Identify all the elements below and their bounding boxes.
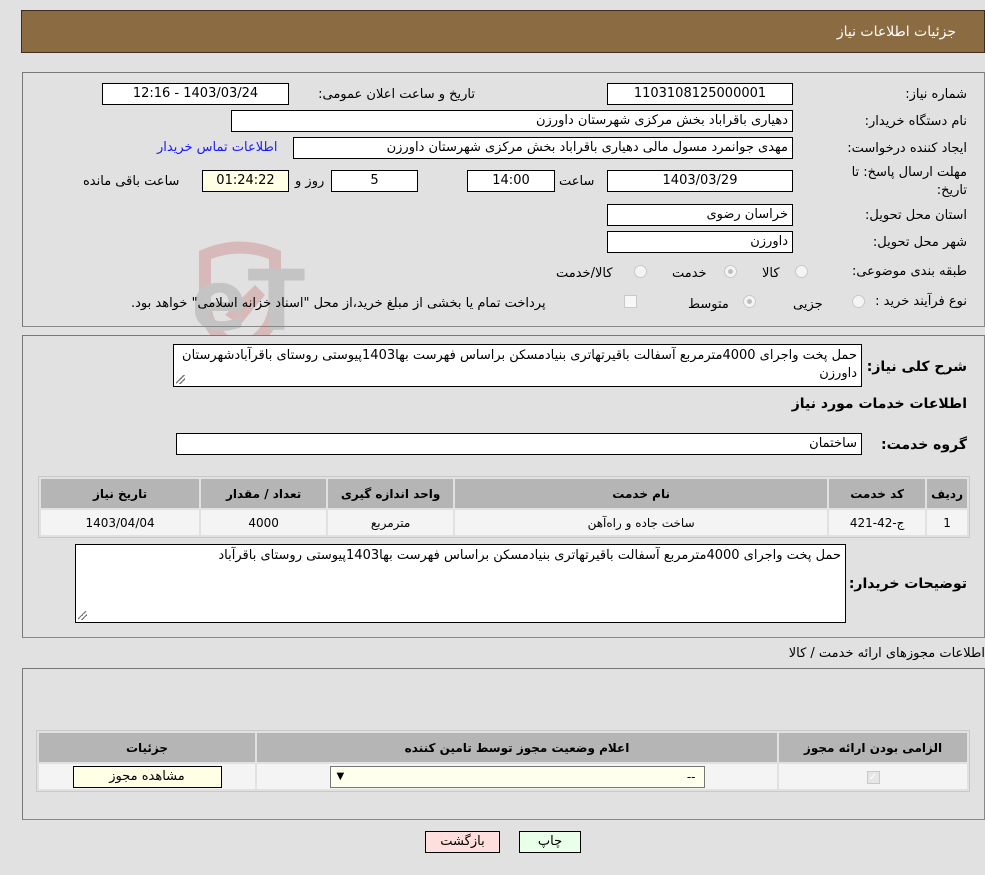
summary-textarea[interactable]: حمل پخت واجرای 4000مترمربع آسفالت باقیرت…	[173, 344, 862, 387]
cell-permit-status: -- ▼	[257, 764, 777, 789]
category-radio-goods[interactable]	[795, 265, 808, 278]
cell-need-date: 1403/04/04	[41, 510, 200, 535]
deadline-date-field[interactable]: 1403/03/29	[607, 170, 793, 192]
view-permit-button[interactable]: مشاهده مجوز	[72, 765, 222, 788]
cell-permit-details: مشاهده مجوز	[39, 764, 255, 789]
col-need-date: تاریخ نیاز	[41, 479, 200, 508]
delivery-city-label: شهر محل تحویل:	[872, 235, 967, 250]
services-table-wrapper: ردیف کد خدمت نام خدمت واحد اندازه گیری ت…	[38, 476, 970, 538]
delivery-province-field[interactable]: خراسان رضوی	[607, 204, 793, 226]
treasury-checkbox[interactable]	[624, 295, 637, 308]
service-group-field[interactable]: ساختمان	[176, 433, 862, 455]
process-radio-minor[interactable]	[852, 295, 865, 308]
cell-service-name: ساخت جاده و راه‌آهن	[455, 510, 828, 535]
delivery-province-label: استان محل تحویل:	[865, 208, 967, 223]
requester-label: ایجاد کننده درخواست:	[847, 141, 967, 156]
category-radio-goods-service[interactable]	[634, 265, 647, 278]
delivery-city-field[interactable]: داورزن	[607, 231, 793, 253]
permit-row: ✓ -- ▼ مشاهده مجوز	[39, 764, 967, 789]
category-label: طبقه بندی موضوعی:	[851, 264, 967, 279]
treasury-note: پرداخت تمام یا بخشی از مبلغ خرید،از محل …	[131, 296, 546, 311]
page-header: جزئیات اطلاعات نیاز	[21, 10, 985, 53]
permits-table-header: الزامی بودن ارائه مجوز اعلام وضعیت مجوز …	[39, 733, 967, 762]
need-number-label: شماره نیاز:	[905, 87, 967, 102]
deadline-time-label: ساعت	[559, 174, 595, 189]
buyer-notes-label: توضیحات خریدار:	[848, 576, 967, 592]
process-radio-medium[interactable]	[743, 295, 756, 308]
permit-required-checkbox[interactable]: ✓	[866, 770, 880, 784]
table-row: 1 ج-42-421 ساخت جاده و راه‌آهن مترمربع 4…	[41, 510, 967, 535]
summary-label: شرح کلی نیاز:	[866, 359, 967, 375]
col-permit-required: الزامی بودن ارائه مجوز	[779, 733, 967, 762]
col-unit: واحد اندازه گیری	[328, 479, 454, 508]
process-option-minor: جزیی	[793, 297, 823, 312]
col-permit-status: اعلام وضعیت مجوز توسط تامین کننده	[257, 733, 777, 762]
need-number-field[interactable]: 1103108125000001	[607, 83, 793, 105]
service-group-label: گروه خدمت:	[881, 437, 967, 453]
deadline-time-field[interactable]: 14:00	[467, 170, 555, 192]
cell-row-number: 1	[927, 510, 967, 535]
col-quantity: تعداد / مقدار	[201, 479, 327, 508]
cell-permit-required: ✓	[779, 764, 967, 789]
services-table-header: ردیف کد خدمت نام خدمت واحد اندازه گیری ت…	[41, 479, 967, 508]
process-option-medium: متوسط	[688, 297, 729, 312]
col-permit-details: جزئیات	[39, 733, 255, 762]
remaining-days-field[interactable]: 5	[331, 170, 418, 192]
announce-datetime-label: تاریخ و ساعت اعلان عمومی:	[318, 87, 475, 102]
permits-section-title: اطلاعات مجوزهای ارائه خدمت / کالا	[788, 646, 985, 661]
col-service-code: کد خدمت	[829, 479, 926, 508]
col-row-number: ردیف	[927, 479, 967, 508]
services-table: ردیف کد خدمت نام خدمت واحد اندازه گیری ت…	[39, 477, 969, 537]
back-button[interactable]: بازگشت	[425, 831, 500, 853]
buyer-contact-link[interactable]: اطلاعات تماس خریدار	[157, 140, 277, 155]
permit-status-select[interactable]: -- ▼	[329, 765, 705, 788]
category-option-goods-service: کالا/خدمت	[556, 266, 613, 281]
purchase-process-label: نوع فرآیند خرید :	[875, 294, 967, 309]
col-service-name: نام خدمت	[455, 479, 828, 508]
buyer-org-label: نام دستگاه خریدار:	[864, 114, 967, 129]
remaining-time-label: ساعت باقی مانده	[83, 174, 180, 189]
requester-field[interactable]: مهدی جوانمرد مسول مالی دهیاری باقراباد ب…	[293, 137, 793, 159]
print-button[interactable]: چاپ	[519, 831, 581, 853]
page-title: جزئیات اطلاعات نیاز	[836, 24, 956, 40]
cell-service-code: ج-42-421	[829, 510, 926, 535]
buyer-notes-textarea[interactable]: حمل پخت واجرای 4000مترمربع آسفالت باقیرت…	[75, 544, 846, 623]
services-section-title: اطلاعات خدمات مورد نیاز	[791, 396, 967, 412]
permits-table-wrapper: الزامی بودن ارائه مجوز اعلام وضعیت مجوز …	[36, 730, 970, 792]
permits-table: الزامی بودن ارائه مجوز اعلام وضعیت مجوز …	[37, 731, 969, 791]
chevron-down-icon: ▼	[336, 770, 345, 782]
permit-status-value: --	[686, 769, 696, 784]
resize-grip-icon[interactable]	[176, 375, 185, 384]
summary-text: حمل پخت واجرای 4000مترمربع آسفالت باقیرت…	[182, 348, 857, 381]
category-option-service: خدمت	[672, 266, 707, 281]
resize-grip-icon[interactable]	[78, 611, 87, 620]
days-label: روز و	[295, 174, 325, 189]
cell-quantity: 4000	[201, 510, 327, 535]
category-radio-service[interactable]	[724, 265, 737, 278]
announce-datetime-field[interactable]: 1403/03/24 - 12:16	[102, 83, 289, 105]
remaining-time-field: 01:24:22	[202, 170, 289, 192]
buyer-org-field[interactable]: دهیاری باقراباد بخش مرکزی شهرستان داورزن	[231, 110, 793, 132]
cell-unit: مترمربع	[328, 510, 454, 535]
buyer-notes-text: حمل پخت واجرای 4000مترمربع آسفالت باقیرت…	[218, 548, 841, 563]
deadline-label-2: تاریخ:	[936, 183, 967, 198]
category-option-goods: کالا	[762, 266, 780, 281]
deadline-label: مهلت ارسال پاسخ: تا	[851, 165, 967, 180]
